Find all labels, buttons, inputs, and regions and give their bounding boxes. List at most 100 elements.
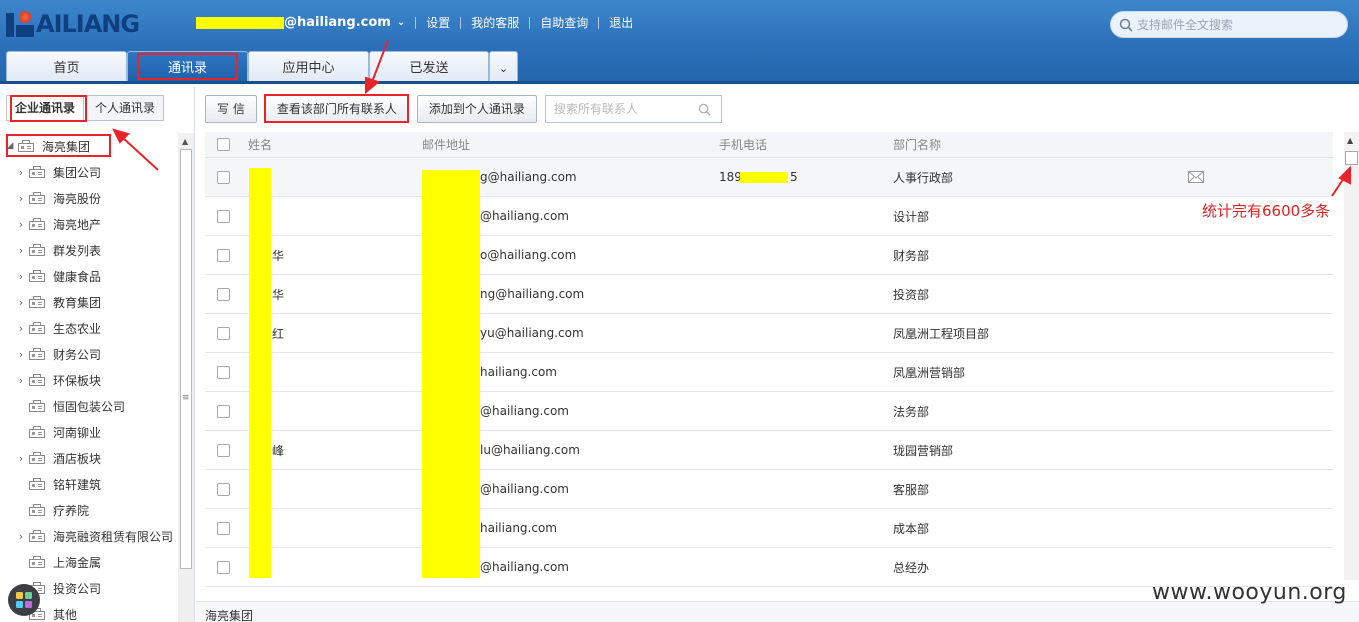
chevron-right-icon[interactable]: ›	[13, 296, 29, 309]
row-checkbox[interactable]	[217, 248, 230, 262]
table-row[interactable]: @hailiang.com 客服部	[205, 470, 1333, 509]
contact-email[interactable]: @hailiang.com	[480, 482, 569, 496]
contact-email[interactable]: @hailiang.com	[480, 560, 569, 574]
nav-my-service[interactable]: 我的客服	[471, 14, 519, 31]
scrollbar-thumb[interactable]	[180, 149, 192, 569]
chevron-right-icon[interactable]: ›	[13, 374, 29, 387]
contact-email[interactable]: ng@hailiang.com	[480, 287, 584, 301]
tree-item[interactable]: › 群发列表	[0, 237, 178, 263]
view-all-dept-contacts-button[interactable]: 查看该部门所有联系人	[264, 95, 409, 123]
contact-search-box[interactable]	[544, 95, 722, 123]
tab-home[interactable]: 首页	[6, 51, 127, 84]
add-to-personal-button[interactable]: 添加到个人通讯录	[416, 95, 537, 123]
row-checkbox[interactable]	[217, 404, 230, 418]
contact-email[interactable]: @hailiang.com	[480, 209, 569, 223]
write-mail-button[interactable]: 写 信	[205, 95, 257, 123]
row-checkbox[interactable]	[217, 560, 230, 574]
left-scrollbar[interactable]: ▲ ≡	[178, 133, 194, 622]
row-checkbox[interactable]	[217, 170, 230, 184]
contact-search-input[interactable]	[553, 102, 694, 116]
search-icon[interactable]	[698, 103, 711, 116]
table-row[interactable]: @hailiang.com 设计部	[205, 197, 1333, 236]
tab-app-center[interactable]: 应用中心	[248, 51, 369, 84]
table-row[interactable]: 华 ng@hailiang.com 投资部	[205, 275, 1333, 314]
chevron-right-icon[interactable]: ›	[13, 218, 29, 231]
tree-item[interactable]: › 酒店板块	[0, 445, 178, 471]
tree-item[interactable]: › 生态农业	[0, 315, 178, 341]
contact-email[interactable]: @hailiang.com	[480, 404, 569, 418]
top-nav: @hailiang.com ⌄ 设置 我的客服 自助查询 退出	[196, 14, 633, 31]
table-row[interactable]: hailiang.com 凤凰洲营销部	[205, 353, 1333, 392]
account-email[interactable]: @hailiang.com ⌄	[196, 15, 405, 30]
tree-item[interactable]: › 集团公司	[0, 159, 178, 185]
tab-enterprise-contacts[interactable]: 企业通讯录	[6, 95, 85, 121]
chevron-right-icon[interactable]: ›	[13, 192, 29, 205]
contact-email[interactable]: lu@hailiang.com	[480, 443, 580, 457]
tree-item[interactable]: › 财务公司	[0, 341, 178, 367]
table-row[interactable]: hailiang.com 成本部	[205, 509, 1333, 548]
tree-item[interactable]: › 海亮股份	[0, 185, 178, 211]
tree-item[interactable]: 恒固包装公司	[0, 393, 178, 419]
tree-item[interactable]: › 健康食品	[0, 263, 178, 289]
chevron-right-icon[interactable]: ›	[13, 322, 29, 335]
row-checkbox[interactable]	[217, 287, 230, 301]
row-checkbox[interactable]	[217, 365, 230, 379]
select-all-checkbox[interactable]	[217, 138, 230, 151]
tree-item-label: 生态农业	[53, 321, 102, 336]
tree-item[interactable]: › 海亮融资租赁有限公司	[0, 523, 178, 549]
nav-self-query[interactable]: 自助查询	[540, 14, 588, 31]
mail-search-box[interactable]	[1110, 11, 1348, 38]
app-launcher-button[interactable]	[8, 584, 40, 616]
chevron-right-icon[interactable]: ›	[13, 166, 29, 179]
table-row[interactable]: @hailiang.com 法务部	[205, 392, 1333, 431]
tree-item[interactable]: › 教育集团	[0, 289, 178, 315]
row-checkbox[interactable]	[217, 326, 230, 340]
row-checkbox[interactable]	[217, 443, 230, 457]
table-row[interactable]: 峰 lu@hailiang.com 珑园营销部	[205, 431, 1333, 470]
chevron-right-icon[interactable]: ›	[13, 348, 29, 361]
tab-contacts[interactable]: 通讯录	[127, 51, 248, 84]
nav-logout[interactable]: 退出	[609, 14, 633, 31]
tree-item-label: 恒固包装公司	[53, 399, 126, 414]
tree-item[interactable]: › 海亮地产	[0, 211, 178, 237]
chevron-right-icon[interactable]: ›	[13, 270, 29, 283]
mail-search-input[interactable]	[1137, 17, 1337, 32]
scroll-up-arrow-icon[interactable]: ▲	[1347, 136, 1353, 145]
tree-item[interactable]: 上海金属	[0, 549, 178, 575]
tree-item-label: 海亮股份	[53, 191, 102, 206]
scrollbar-thumb[interactable]	[1345, 151, 1358, 165]
tree-item-label: 铭轩建筑	[53, 477, 102, 492]
contact-email[interactable]: yu@hailiang.com	[480, 326, 584, 340]
row-checkbox[interactable]	[217, 482, 230, 496]
building-icon	[29, 322, 45, 334]
chevron-right-icon[interactable]: ›	[13, 452, 29, 465]
chevron-right-icon[interactable]: ›	[13, 530, 29, 543]
contact-email[interactable]: hailiang.com	[480, 521, 557, 535]
tab-personal-contacts[interactable]: 个人通讯录	[86, 95, 165, 121]
scroll-up-arrow-icon[interactable]: ▲	[182, 137, 188, 146]
nav-settings[interactable]: 设置	[426, 14, 450, 31]
contact-email[interactable]: o@hailiang.com	[480, 248, 576, 262]
phone-redaction	[740, 172, 788, 183]
tree-root[interactable]: ◢ 海亮集团	[0, 133, 178, 159]
tab-more-chevron-icon[interactable]: ⌄	[489, 51, 518, 84]
table-body: g@hailiang.com 189 5 人事行政部 @hailiang.com 设计部华…	[205, 158, 1333, 587]
contact-email[interactable]: g@hailiang.com	[480, 170, 577, 184]
envelope-icon[interactable]	[1188, 171, 1204, 183]
logo-text: AILIANG	[36, 10, 140, 38]
row-checkbox[interactable]	[217, 209, 230, 223]
table-row[interactable]: 红 yu@hailiang.com 凤凰洲工程项目部	[205, 314, 1333, 353]
table-row[interactable]: 华 o@hailiang.com 财务部	[205, 236, 1333, 275]
chevron-down-icon[interactable]: ⌄	[397, 17, 405, 28]
chevron-right-icon[interactable]: ›	[13, 244, 29, 257]
contacts-scrollbar[interactable]: ▲	[1344, 132, 1359, 580]
tree-item[interactable]: 河南铆业	[0, 419, 178, 445]
tree-item[interactable]: 铭轩建筑	[0, 471, 178, 497]
chevron-down-icon[interactable]: ◢	[2, 141, 18, 151]
tab-sent[interactable]: 已发送	[369, 51, 489, 84]
header-phone: 手机电话	[719, 138, 768, 152]
row-checkbox[interactable]	[217, 521, 230, 535]
tree-item[interactable]: 疗养院	[0, 497, 178, 523]
contact-email[interactable]: hailiang.com	[480, 365, 557, 379]
tree-item[interactable]: › 环保板块	[0, 367, 178, 393]
